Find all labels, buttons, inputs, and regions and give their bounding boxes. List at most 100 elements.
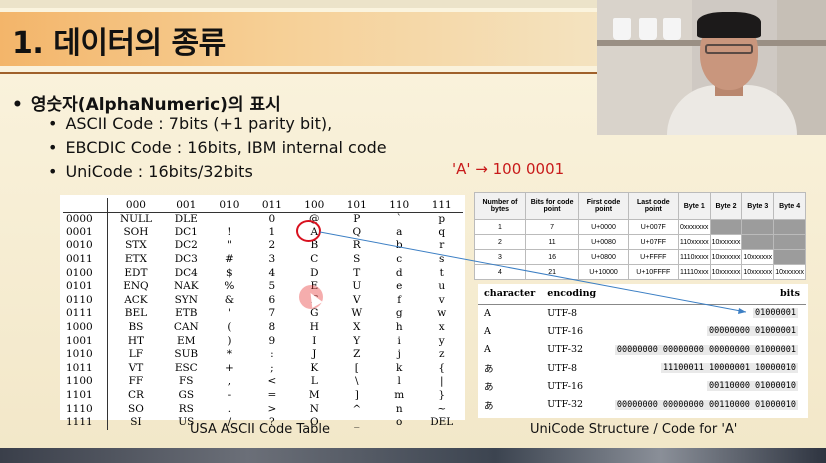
- utf-cell: U+10FFFF: [627, 264, 679, 280]
- ascii-cell: e: [396, 280, 403, 293]
- ascii-cell: EM: [177, 334, 196, 347]
- encoding-name: UTF-16: [547, 325, 584, 337]
- ascii-row: 0010 STX DC2 " 2 B Rb r: [63, 239, 463, 253]
- ascii-row-code: 0100: [63, 266, 108, 280]
- ascii-row: 1100 FF FS, < L \ l |: [63, 375, 463, 389]
- ascii-cell: x: [438, 321, 445, 334]
- encoding-row: あ UTF-32 00000000 00000000 00110000 010000…: [478, 395, 806, 413]
- utf-col-header: First code point: [578, 192, 629, 220]
- ascii-cell: ~: [437, 402, 447, 415]
- ascii-cell: k: [396, 361, 403, 374]
- webcam-overlay: [597, 0, 826, 135]
- encoding-bits: 00000000 00000000 00000000 01000001: [614, 344, 798, 355]
- ascii-cell: m: [394, 389, 405, 402]
- ascii-cell: c: [396, 253, 403, 266]
- sub-bullet-text: EBCDIC Code : 16bits, IBM internal code: [65, 138, 387, 157]
- ascii-cell: 6: [268, 293, 276, 306]
- ascii-row: 1101 CR GS - = M] m}: [63, 388, 463, 403]
- ascii-row: 0101 ENQ NAK% 5 E Ue u: [63, 279, 463, 294]
- slide: 1. 데이터의 종류 • 영숫자(AlphaNumeric)의 표시 • ASCII…: [0, 0, 826, 463]
- encoding-name: UTF-16: [547, 380, 584, 392]
- utf-cell: [773, 219, 806, 235]
- ascii-cell: H: [309, 321, 319, 334]
- ascii-cell: J: [312, 348, 317, 361]
- ascii-cell: STX: [125, 239, 147, 252]
- sub-bullet-text: ASCII Code : 7bits (+1 parity bit),: [65, 114, 333, 133]
- encoding-header-character: character: [478, 284, 542, 305]
- encoding-row: A UTF-8 01000001: [478, 304, 806, 322]
- ascii-cell: ENQ: [123, 280, 149, 293]
- ascii-cell: ETX: [124, 253, 147, 266]
- ascii-row-code: 0101: [63, 279, 108, 294]
- encoding-header-bits: bits: [602, 284, 806, 305]
- ascii-cell: N: [309, 402, 319, 415]
- ascii-cell: d: [395, 266, 403, 279]
- ascii-cell: *: [226, 348, 233, 361]
- ascii-row-code: 1101: [63, 388, 108, 403]
- mug-icon: [613, 18, 631, 40]
- ascii-row-code: 1001: [63, 334, 108, 348]
- utf-cell: 2: [474, 234, 526, 250]
- ascii-cell: w: [437, 307, 447, 320]
- utf-cell: 1110xxxx: [677, 249, 711, 265]
- utf-cell: 10xxxxxx: [709, 264, 743, 280]
- ascii-cell: R: [352, 239, 361, 252]
- ascii-cell: 1: [268, 225, 276, 238]
- encoding-character: あ: [484, 400, 494, 412]
- ascii-cell: CAN: [173, 321, 199, 334]
- ascii-cell: G: [310, 307, 319, 320]
- encoding-bits-cell: 00000000 00000000 00000000 01000001: [602, 341, 806, 359]
- ascii-cell: +: [224, 361, 234, 374]
- utf-cell: 10xxxxxx: [741, 249, 775, 265]
- ascii-cell: p: [438, 212, 446, 225]
- ascii-cell: ': [227, 307, 231, 320]
- bottom-strip: [0, 448, 826, 463]
- utf-cell: U+0800: [578, 249, 629, 265]
- encoding-character: A: [484, 344, 491, 356]
- encoding-bits: 11100011 10000001 10000010: [660, 363, 798, 374]
- ascii-cell: \: [354, 375, 359, 388]
- utf-cell: U+FFFF: [627, 249, 679, 265]
- ascii-cell: L: [310, 375, 318, 388]
- ascii-cell: 9: [268, 334, 276, 347]
- encoding-row: あ UTF-16 00110000 01000010: [478, 377, 806, 395]
- sub-bullet-unicode: • UniCode : 16bits/32bits: [48, 162, 253, 181]
- ascii-cell: h: [395, 321, 403, 334]
- ascii-cell: VT: [128, 361, 144, 374]
- ascii-cell: DC2: [174, 239, 198, 252]
- ascii-row: 0111 BEL ETB ' 7 G Wg w: [63, 307, 463, 321]
- ascii-cell: 2: [268, 239, 276, 252]
- utf-cell: U+10000: [578, 264, 629, 280]
- utf-row: 4 21 U+10000 U+10FFFF 11110xxx 10xxxxxx 10xxxx…: [474, 264, 806, 280]
- ascii-cell: ETB: [175, 307, 198, 320]
- ascii-col-header: 101: [335, 198, 378, 213]
- ascii-cell: q: [438, 225, 446, 238]
- ascii-cell: ,: [227, 375, 232, 388]
- ascii-cell: =: [267, 389, 277, 402]
- encoding-row: A UTF-16 00000000 01000001: [478, 322, 806, 340]
- ascii-cell: #: [224, 253, 234, 266]
- encoding-row: A UTF-32 00000000 00000000 00000000 010000…: [478, 341, 806, 359]
- ascii-cell: FF: [128, 375, 144, 388]
- ascii-row: 1010 LF SUB *: J Zj z: [63, 347, 463, 362]
- ascii-row-code: 1100: [63, 375, 108, 389]
- ascii-cell: ACK: [124, 293, 148, 306]
- ascii-cell: a: [396, 225, 403, 238]
- sub-bullet-text: UniCode : 16bits/32bits: [65, 162, 253, 181]
- ascii-cell: (: [227, 321, 232, 334]
- utf-col-header: Byte 4: [773, 192, 806, 220]
- sub-bullet-ebcdic: • EBCDIC Code : 16bits, IBM internal code: [48, 138, 387, 157]
- utf-col-header: Byte 2: [709, 192, 743, 220]
- ascii-cell: [: [354, 361, 359, 374]
- bullet-dot: •: [12, 95, 23, 115]
- ascii-cell: C: [310, 253, 319, 266]
- ascii-cell: DLE: [174, 212, 198, 225]
- ascii-cell: z: [438, 348, 445, 361]
- ascii-cell: [208, 212, 250, 226]
- utf-cell: [773, 234, 806, 250]
- utf-cell: 10xxxxxx: [709, 249, 743, 265]
- ascii-cell: $: [226, 266, 233, 279]
- utf-cell: 10xxxxxx: [741, 264, 775, 280]
- ascii-cell: SOH: [123, 225, 149, 238]
- utf-cell: [741, 234, 775, 250]
